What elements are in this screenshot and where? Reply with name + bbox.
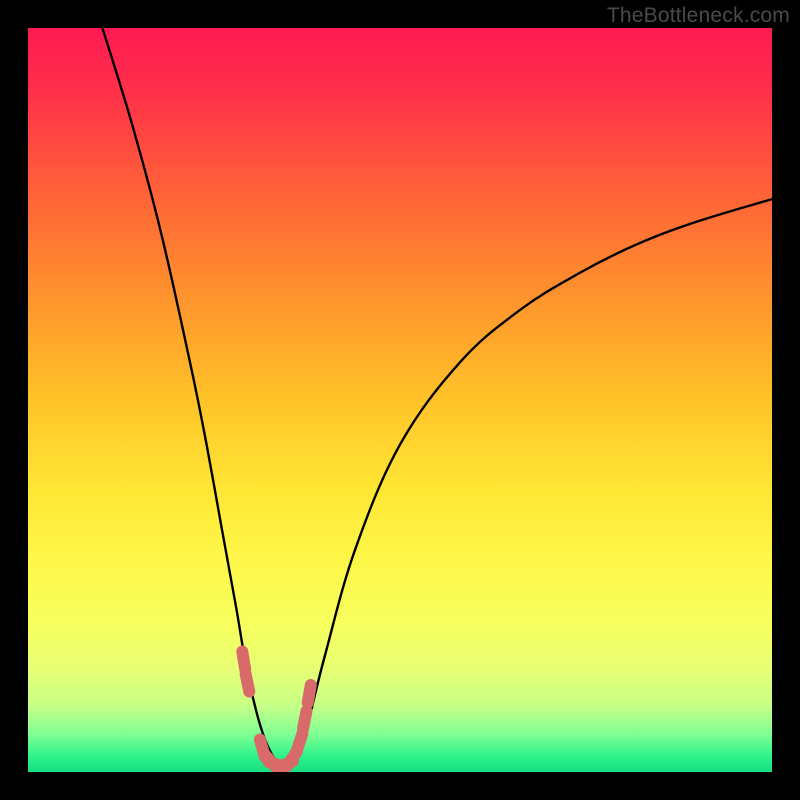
marker-segment [242,652,245,670]
watermark-text: TheBottleneck.com [607,4,790,28]
marker-segment [308,685,311,703]
marker-segment [246,674,250,692]
highlight-markers [242,652,310,768]
marker-segment [297,734,303,751]
plot-area [28,28,772,772]
bottleneck-curve [102,28,772,766]
marker-segment [303,711,307,729]
curve-layer [28,28,772,772]
outer-frame: TheBottleneck.com [0,0,800,800]
